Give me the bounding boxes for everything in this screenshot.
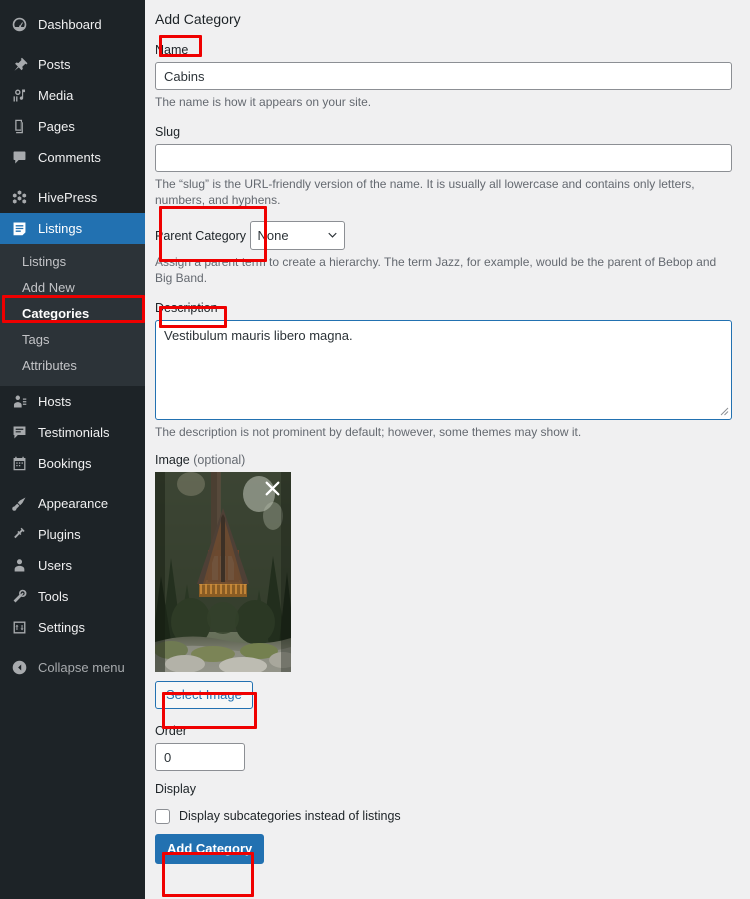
- display-subcategories-row[interactable]: Display subcategories instead of listing…: [155, 809, 732, 824]
- sidebar-item-comments[interactable]: Comments: [0, 142, 145, 173]
- description-help-text: The description is not prominent by defa…: [155, 425, 582, 439]
- name-help-text: The name is how it appears on your site.: [155, 95, 372, 109]
- sidebar-item-label: Testimonials: [38, 425, 110, 440]
- submenu-item-categories[interactable]: Categories: [0, 301, 145, 327]
- image-label-row: Image (optional): [155, 453, 732, 467]
- description-textarea[interactable]: Vestibulum mauris libero magna.: [155, 320, 732, 420]
- sidebar-item-label: Listings: [38, 221, 83, 236]
- sidebar-item-bookings[interactable]: Bookings: [0, 448, 145, 479]
- field-image: Image (optional) Select Image: [155, 453, 732, 709]
- listings-icon: [9, 219, 29, 239]
- submit-row: Add Category: [155, 834, 732, 864]
- add-category-form-panel: Add Category Name The name is how it app…: [145, 0, 750, 899]
- hivepress-icon: [9, 188, 29, 208]
- slug-help-text: The “slug” is the URL-friendly version o…: [155, 177, 695, 207]
- order-label: Order: [155, 724, 187, 738]
- media-icon: [9, 86, 29, 106]
- sidebar-item-tools[interactable]: Tools: [0, 581, 145, 612]
- sidebar-item-appearance[interactable]: Appearance: [0, 488, 145, 519]
- comments-icon: [9, 148, 29, 168]
- sidebar-top-spacer: [0, 0, 145, 9]
- listings-submenu: Listings Add New Categories Tags Attribu…: [0, 244, 145, 386]
- users-icon: [9, 556, 29, 576]
- plugins-icon: [9, 525, 29, 545]
- sidebar-item-testimonials[interactable]: Testimonials: [0, 417, 145, 448]
- image-optional-suffix: (optional): [193, 453, 246, 467]
- sidebar-item-settings[interactable]: Settings: [0, 612, 145, 643]
- description-label: Description: [155, 301, 218, 315]
- page-title: Add Category: [155, 11, 241, 27]
- field-display: Display Display subcategories instead of…: [155, 780, 732, 824]
- sidebar-item-label: Users: [38, 558, 72, 573]
- sidebar-item-label: Tools: [38, 589, 69, 604]
- sidebar-item-label: Plugins: [38, 527, 81, 542]
- add-category-button[interactable]: Add Category: [155, 834, 265, 864]
- display-label: Display: [155, 782, 196, 796]
- hosts-icon: [9, 392, 29, 412]
- pin-icon: [9, 55, 29, 75]
- sidebar-item-users[interactable]: Users: [0, 550, 145, 581]
- parent-category-select-wrap: None: [250, 221, 346, 250]
- tools-icon: [9, 587, 29, 607]
- parent-category-label: Parent Category: [155, 229, 247, 243]
- submenu-item-attributes[interactable]: Attributes: [0, 353, 145, 379]
- sidebar-item-label: Bookings: [38, 456, 92, 471]
- sidebar-item-label: Posts: [38, 57, 71, 72]
- sidebar-item-label: Appearance: [38, 496, 109, 511]
- category-image-thumbnail[interactable]: [155, 472, 291, 672]
- field-parent-category: Parent Category None Assign a parent ter…: [155, 221, 732, 286]
- appearance-icon: [9, 494, 29, 514]
- wordpress-admin-screen: Dashboard Posts Media Pages Comments Hiv…: [0, 0, 750, 899]
- display-subcategories-checkbox[interactable]: [155, 809, 170, 824]
- sidebar-item-label: Settings: [38, 620, 85, 635]
- name-label: Name: [155, 43, 189, 57]
- sidebar-item-hivepress[interactable]: HivePress: [0, 182, 145, 213]
- order-input[interactable]: [155, 743, 245, 771]
- pages-icon: [9, 117, 29, 137]
- sidebar-item-hosts[interactable]: Hosts: [0, 386, 145, 417]
- cabin-forest-photo: [155, 472, 291, 672]
- sidebar-item-posts[interactable]: Posts: [0, 49, 145, 80]
- image-label: Image: [155, 453, 190, 467]
- field-name: Name The name is how it appears on your …: [155, 41, 732, 110]
- field-slug: Slug The “slug” is the URL-friendly vers…: [155, 123, 732, 208]
- name-input[interactable]: [155, 62, 732, 90]
- sidebar-item-plugins[interactable]: Plugins: [0, 519, 145, 550]
- sidebar-item-pages[interactable]: Pages: [0, 111, 145, 142]
- sidebar-item-label: Pages: [38, 119, 75, 134]
- select-image-button[interactable]: Select Image: [155, 681, 253, 709]
- field-description: Description Vestibulum mauris libero mag…: [155, 299, 732, 440]
- parent-category-help-text: Assign a parent term to create a hierarc…: [155, 255, 717, 285]
- dashboard-icon: [9, 15, 29, 35]
- sidebar-item-label: Comments: [38, 150, 101, 165]
- sidebar-item-collapse-menu[interactable]: Collapse menu: [0, 652, 145, 683]
- submenu-item-listings[interactable]: Listings: [0, 249, 145, 275]
- submenu-item-add-new[interactable]: Add New: [0, 275, 145, 301]
- admin-sidebar: Dashboard Posts Media Pages Comments Hiv…: [0, 0, 145, 899]
- sidebar-item-label: Dashboard: [38, 17, 102, 32]
- sidebar-item-listings[interactable]: Listings: [0, 213, 145, 244]
- close-icon[interactable]: [264, 480, 281, 497]
- slug-input[interactable]: [155, 144, 732, 172]
- testimonials-icon: [9, 423, 29, 443]
- sidebar-item-dashboard[interactable]: Dashboard: [0, 9, 145, 40]
- collapse-icon: [9, 658, 29, 678]
- sidebar-item-label: Media: [38, 88, 74, 103]
- sidebar-item-label: Collapse menu: [38, 660, 125, 675]
- field-order: Order: [155, 722, 732, 771]
- calendar-icon: [9, 454, 29, 474]
- submenu-item-tags[interactable]: Tags: [0, 327, 145, 353]
- parent-category-select[interactable]: None: [250, 221, 346, 250]
- sidebar-item-media[interactable]: Media: [0, 80, 145, 111]
- settings-icon: [9, 618, 29, 638]
- sidebar-item-label: Hosts: [38, 394, 72, 409]
- display-subcategories-label: Display subcategories instead of listing…: [179, 809, 401, 823]
- slug-label: Slug: [155, 125, 181, 139]
- sidebar-item-label: HivePress: [38, 190, 98, 205]
